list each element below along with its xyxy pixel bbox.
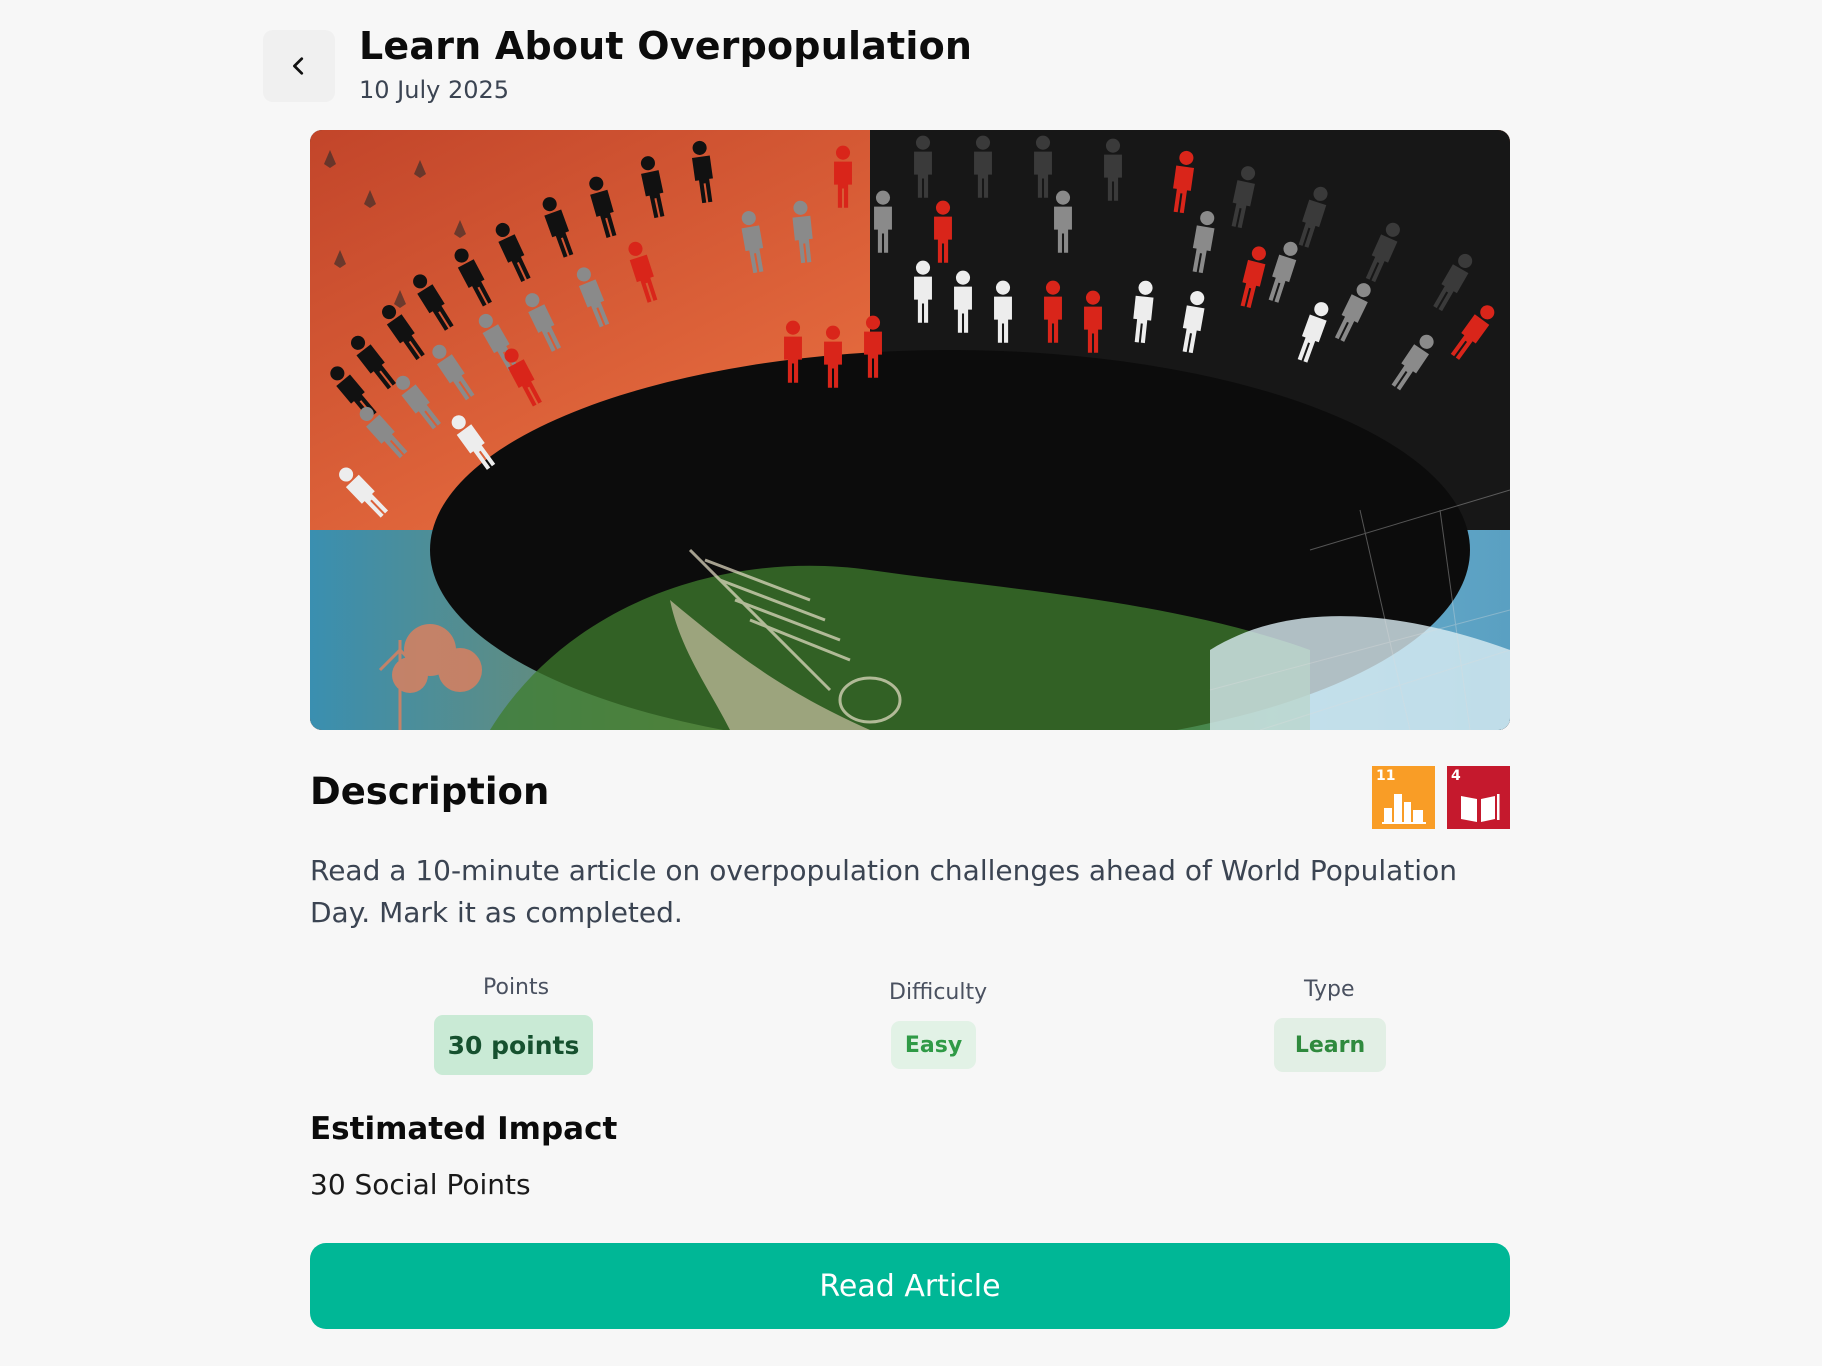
description-text: Read a 10-minute article on overpopulati… <box>310 854 1457 929</box>
type-badge: Learn <box>1274 1018 1386 1072</box>
hero-image <box>310 130 1510 730</box>
open-book-icon <box>1461 794 1500 822</box>
description-heading: Description <box>310 770 550 813</box>
read-article-button[interactable]: Read Article <box>310 1243 1510 1329</box>
sdg-4-badge: 4 <box>1447 766 1510 829</box>
impact-value: 30 Social Points <box>310 1168 531 1201</box>
chevron-left-icon <box>293 57 304 75</box>
page-title: Learn About Overpopulation <box>359 24 973 68</box>
points-label: Points <box>483 975 550 1000</box>
challenge-detail-page: Learn About Overpopulation 10 July 2025 <box>0 0 1822 1366</box>
impact-heading: Estimated Impact <box>310 1111 618 1147</box>
difficulty-badge: Easy <box>891 1021 976 1069</box>
city-buildings-icon <box>1382 794 1426 824</box>
page-date: 10 July 2025 <box>359 76 510 104</box>
points-badge: 30 points <box>434 1015 593 1075</box>
type-label: Type <box>1304 977 1355 1002</box>
difficulty-label: Difficulty <box>889 980 988 1005</box>
back-button[interactable] <box>263 30 335 102</box>
sdg-11-badge: 11 <box>1372 766 1435 829</box>
